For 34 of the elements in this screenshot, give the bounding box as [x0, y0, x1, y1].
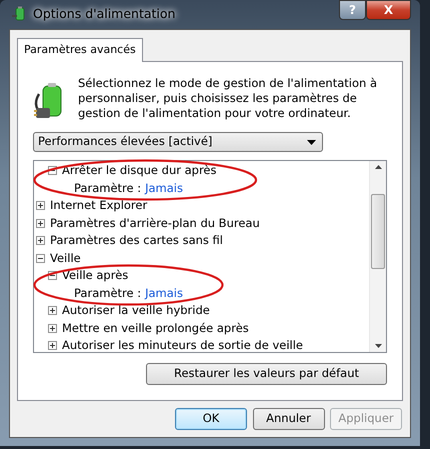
scroll-up-icon[interactable] — [374, 165, 382, 169]
expand-icon[interactable] — [36, 201, 45, 210]
setting-label: Paramètre : — [74, 284, 142, 302]
scroll-down-icon[interactable] — [374, 344, 382, 348]
expand-icon[interactable] — [48, 306, 57, 316]
dialog-button[interactable]: OK — [175, 408, 247, 430]
setting-value-link[interactable]: Jamais — [145, 180, 183, 197]
tree-item[interactable]: Veille — [50, 250, 81, 267]
tree-item[interactable]: Internet Explorer — [50, 197, 148, 214]
scrollbar[interactable] — [369, 161, 386, 352]
expand-icon[interactable] — [36, 218, 45, 228]
caret-icon — [307, 140, 316, 144]
expand-icon[interactable] — [36, 236, 45, 246]
tree-item[interactable]: Autoriser les minuteurs de sortie de veille — [62, 337, 304, 352]
setting-value-link[interactable]: Jamais — [145, 284, 183, 302]
expand-icon[interactable] — [48, 341, 57, 350]
plan-dropdown[interactable]: Performances élevées [activé] — [33, 132, 323, 152]
instruction-text: Sélectionnez le mode de gestion de l'alimentation à personnaliser, puis choisissez les paramètres de gestion de l'alimentation pour votre ordinateur. — [78, 76, 378, 121]
expand-icon[interactable] — [48, 324, 57, 333]
tree-item[interactable]: Autoriser la veille hybride — [62, 302, 210, 320]
tree-item[interactable]: Paramètres d'arrière-plan du Bureau — [50, 214, 260, 232]
tree-item[interactable]: Veille après — [62, 267, 128, 284]
restore-defaults-button[interactable]: Restaurer les valeurs par défaut — [146, 363, 387, 385]
collapse-icon[interactable] — [36, 254, 45, 263]
tree-item[interactable]: Arrêter le disque dur après — [62, 162, 217, 180]
setting-label: Paramètre : — [74, 180, 142, 197]
close-button[interactable]: X — [366, 0, 411, 20]
dialog-button[interactable]: Annuler — [252, 408, 324, 430]
window-title: Options d'alimentation — [33, 4, 176, 23]
tree-item[interactable]: Paramètres des cartes sans fil — [50, 232, 223, 250]
tab[interactable]: Paramètres avancés — [17, 38, 143, 62]
scroll-thumb[interactable] — [371, 194, 385, 269]
battery-plug-icon — [11, 6, 27, 22]
tree-item[interactable]: Mettre en veille prolongée après — [62, 320, 249, 337]
